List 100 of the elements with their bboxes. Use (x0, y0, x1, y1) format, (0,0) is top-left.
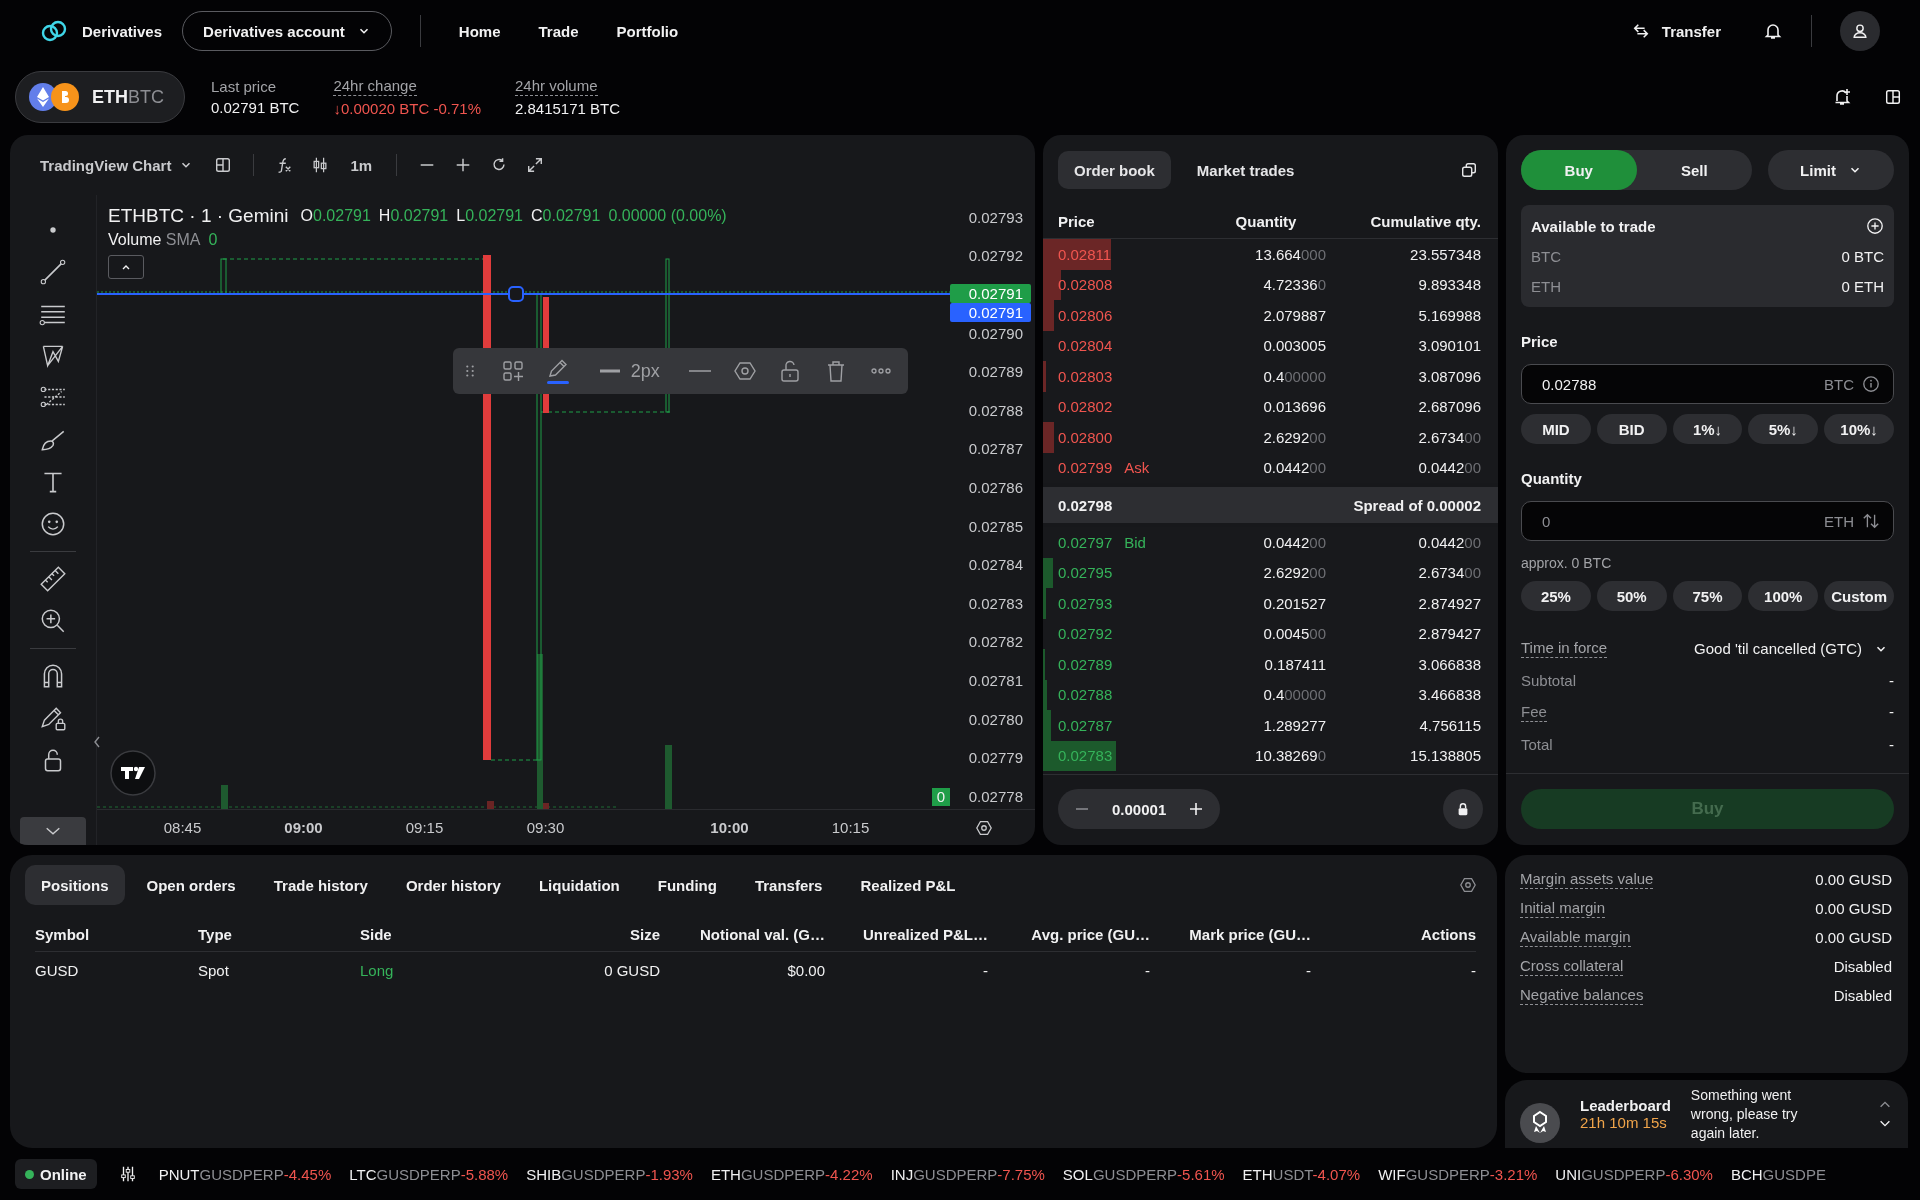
expand-icon[interactable] (526, 156, 545, 174)
popout-icon[interactable] (1460, 161, 1478, 179)
bid-price[interactable]: 0.02788 (1058, 686, 1206, 704)
sliders-icon[interactable] (118, 1165, 137, 1183)
positions-tab[interactable]: Open orders (130, 865, 252, 905)
ticker-item[interactable]: SHIBGUSDPERP-1.93% (526, 1165, 693, 1183)
candles-icon[interactable] (311, 156, 330, 174)
countdown: 21h 10m 15s (1580, 1114, 1668, 1131)
positions-tab[interactable]: Order history (389, 865, 517, 905)
price-preset-button[interactable]: 1%↓ (1672, 414, 1743, 444)
ask-price[interactable]: 0.02800 (1058, 428, 1206, 446)
ticker-item[interactable]: PNUTGUSDPERP-4.45% (158, 1165, 332, 1183)
bid-price[interactable]: 0.02793 (1058, 594, 1206, 612)
cumulative-cell-text: 5.169988 (1417, 306, 1481, 324)
bid-price[interactable]: 0.02797 Bid (1058, 533, 1206, 551)
book-tab[interactable]: Market trades (1180, 151, 1311, 189)
volume-tag: 0 (931, 788, 950, 806)
price-axis-label: 0.02779 (968, 749, 1023, 767)
table-cell-text: GUSD (35, 961, 80, 979)
price-axis-label: 0.02783 (968, 594, 1023, 612)
nav-link[interactable]: Trade (538, 22, 579, 40)
positions-tab[interactable]: Funding (641, 865, 733, 905)
lock-button[interactable] (1443, 789, 1483, 829)
line-width-button[interactable]: 2px (592, 359, 666, 383)
column-header: Actions (1420, 925, 1476, 943)
ask-price[interactable]: 0.02806 (1058, 306, 1206, 324)
line-handle[interactable] (508, 286, 524, 302)
order-type-dropdown[interactable]: Limit (1768, 150, 1894, 190)
positions-tab[interactable]: Transfers (738, 865, 839, 905)
medal-icon[interactable] (1520, 1103, 1560, 1143)
ask-price[interactable]: 0.02803 (1058, 367, 1206, 385)
bid-price[interactable]: 0.02792 (1058, 625, 1206, 643)
column-header: Quantity (1234, 213, 1298, 230)
price-preset-button[interactable]: BID (1596, 414, 1667, 444)
swap-icon[interactable] (1862, 512, 1880, 530)
ticker-item[interactable]: INJGUSDPERP-7.75% (890, 1165, 1045, 1183)
quantity-preset-button[interactable]: Custom (1824, 581, 1894, 611)
layout-icon[interactable] (214, 156, 233, 174)
ask-price[interactable]: 0.02802 (1058, 398, 1206, 416)
quantity-preset-button[interactable]: 25% (1521, 581, 1591, 611)
ask-price[interactable]: 0.02799 Ask (1058, 459, 1206, 477)
chart-source-dropdown[interactable]: TradingView Chart (34, 155, 200, 175)
layout-icon[interactable] (1884, 88, 1902, 106)
stat-label: 24hr change (333, 77, 417, 96)
nav-link[interactable]: Home (458, 22, 501, 40)
price-preset-button[interactable]: MID (1521, 414, 1591, 444)
add-template-icon[interactable] (502, 360, 525, 382)
bell-icon[interactable] (1763, 21, 1783, 41)
bid-price[interactable]: 0.02789 (1058, 655, 1206, 673)
positions-tab[interactable]: Trade history (257, 865, 384, 905)
bid-price[interactable]: 0.02795 (1058, 564, 1206, 582)
settings-icon[interactable] (975, 818, 993, 837)
unlock-icon[interactable] (779, 360, 802, 382)
side-tab[interactable]: Buy (1521, 150, 1637, 190)
price-preset-button[interactable]: 10%↓ (1824, 414, 1894, 444)
quantity-preset-button[interactable]: 50% (1596, 581, 1667, 611)
info-icon[interactable] (1862, 375, 1880, 393)
logo-icon[interactable] (110, 750, 156, 796)
positions-tab[interactable]: Positions (25, 865, 125, 905)
nav-link[interactable]: Portfolio (616, 22, 679, 40)
margin-label: Initial margin (1520, 899, 1606, 918)
ticker-item[interactable]: WIFGUSDPERP-3.21% (1378, 1165, 1538, 1183)
price-tag: 0.02791 (950, 303, 1031, 323)
plus-icon[interactable] (1188, 801, 1205, 817)
hexagon-icon[interactable] (734, 360, 757, 382)
ticker-item[interactable]: LTCGUSDPERP-5.88% (349, 1165, 509, 1183)
side-tab[interactable]: Sell (1636, 150, 1752, 190)
ticker-item[interactable]: UNIGUSDPERP-6.30% (1555, 1165, 1713, 1183)
ticker-item[interactable]: ETHGUSDPERP-4.22% (710, 1165, 873, 1183)
positions-tab[interactable]: Liquidation (522, 865, 636, 905)
ask-price[interactable]: 0.02808 (1058, 276, 1206, 294)
quantity-preset-button[interactable]: 75% (1672, 581, 1743, 611)
tick-size-stepper[interactable]: 0.00001 (1058, 789, 1221, 829)
quantity-preset-button[interactable]: 100% (1748, 581, 1819, 611)
collapse-button[interactable] (108, 255, 144, 279)
table-cell-text: - (1470, 961, 1476, 979)
ticker-item[interactable]: ETHUSDT-4.07% (1242, 1165, 1361, 1183)
trend-line-icon[interactable] (38, 257, 68, 287)
time-in-force-dropdown[interactable]: Good 'til cancelled (GTC) (1688, 639, 1894, 658)
price-axis-label: 0.02793 (968, 208, 1023, 226)
summary-label: Subtotal (1521, 672, 1577, 689)
bid-price[interactable]: 0.02787 (1058, 716, 1206, 734)
price-preset-button[interactable]: 5%↓ (1748, 414, 1819, 444)
avatar-button[interactable] (1840, 11, 1880, 51)
book-tab[interactable]: Order book (1058, 151, 1171, 189)
ticker-item[interactable]: SOLGUSDPERP-5.61% (1062, 1165, 1225, 1183)
price-axis-label: 0.02784 (968, 556, 1023, 574)
ruler-icon[interactable] (38, 564, 68, 594)
ask-price[interactable]: 0.02804 (1058, 337, 1206, 355)
time-axis-label: 10:15 (830, 819, 871, 836)
transfer-button[interactable]: Transfer (1625, 21, 1727, 41)
pencil-icon[interactable] (547, 357, 570, 385)
interval-button[interactable]: 1m (344, 155, 379, 175)
collapse-caret-icon[interactable] (93, 735, 101, 749)
add-icon[interactable] (1866, 217, 1884, 235)
positions-tab[interactable]: Realized P&L (844, 865, 972, 905)
ticker-item[interactable]: BCHGUSDPE (1730, 1165, 1826, 1183)
settings-icon[interactable] (1459, 876, 1477, 894)
pair-selector[interactable]: ETHBTC (15, 71, 185, 123)
asset-label: BTC (1531, 248, 1561, 265)
